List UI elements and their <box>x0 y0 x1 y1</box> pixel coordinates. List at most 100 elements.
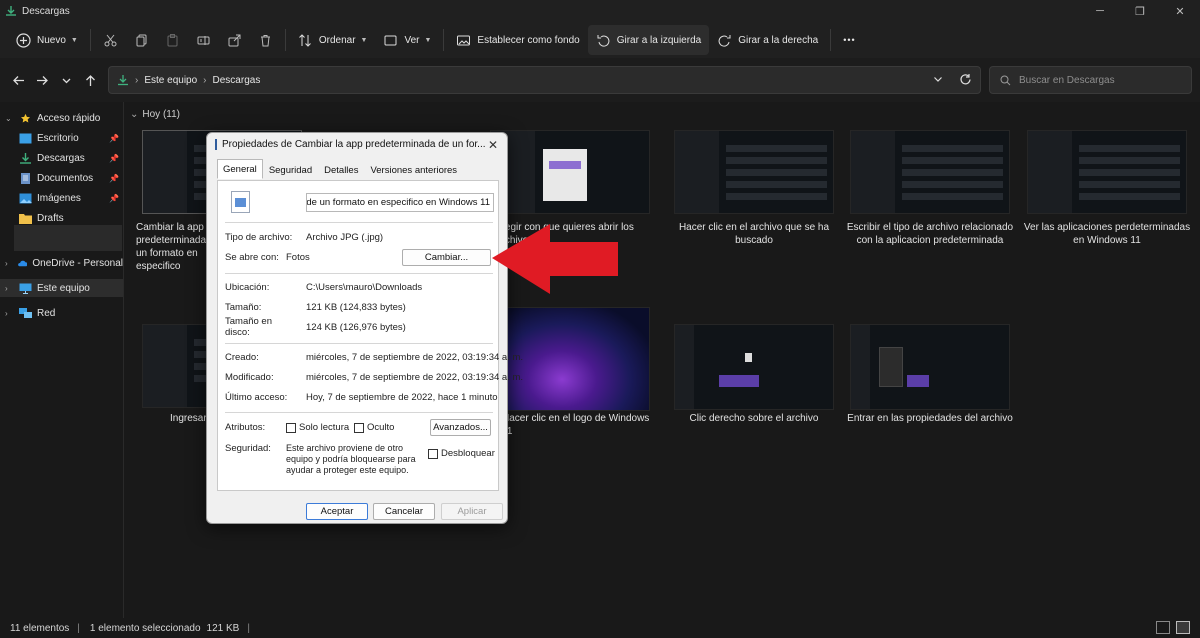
set-background-button[interactable]: Establecer como fondo <box>448 25 587 55</box>
view-label: Ver <box>404 34 420 46</box>
sort-button[interactable]: Ordenar ▼ <box>290 25 376 55</box>
unblock-checkbox[interactable]: Desbloquear <box>428 448 495 459</box>
file-thumbnail[interactable] <box>490 130 650 214</box>
close-window-button[interactable]: ✕ <box>1160 0 1200 22</box>
copy-icon <box>136 34 147 46</box>
minimize-button[interactable]: ─ <box>1080 0 1120 22</box>
view-icon <box>384 35 397 45</box>
new-button[interactable]: Nuevo ▼ <box>8 25 86 55</box>
created-label: Creado: <box>225 352 259 363</box>
sidebar-item-label: OneDrive - Personal <box>32 257 123 269</box>
hidden-checkbox[interactable]: Oculto <box>354 422 394 433</box>
pin-icon: 📌 <box>109 153 119 163</box>
set-background-label: Establecer como fondo <box>477 34 580 46</box>
file-caption: Entrar en las propiedades del archivo <box>847 413 1013 424</box>
cut-button[interactable] <box>95 25 126 55</box>
chevron-right-icon[interactable]: › <box>5 259 13 268</box>
rotate-left-button[interactable]: Girar a la izquierda <box>587 25 710 55</box>
rotate-right-icon <box>718 34 731 47</box>
properties-dialog: Propiedades de Cambiar la app predetermi… <box>206 132 523 524</box>
folder-icon <box>19 213 32 224</box>
chevron-right-icon[interactable]: › <box>5 284 15 293</box>
download-folder-icon <box>6 6 16 16</box>
tab-seguridad[interactable]: Seguridad <box>263 161 318 179</box>
sidebar-item-descargas[interactable]: Descargas 📌 <box>0 149 123 167</box>
file-thumbnail[interactable] <box>850 130 1010 214</box>
file-caption: Ver las aplicaciones perdeterminadas en … <box>1023 222 1191 246</box>
pin-icon: 📌 <box>109 173 119 183</box>
sidebar-item-este-equipo[interactable]: › Este equipo <box>0 279 123 297</box>
title-bar: Descargas ─ ❐ ✕ <box>0 0 1200 22</box>
up-button[interactable] <box>78 68 102 92</box>
item-count: 11 elementos <box>10 622 70 634</box>
sidebar-item-imagenes[interactable]: Imágenes 📌 <box>0 189 123 207</box>
address-bar[interactable]: › Este equipo › Descargas <box>108 66 981 94</box>
new-label: Nuevo <box>37 34 66 46</box>
apply-button[interactable]: Aplicar <box>441 503 503 520</box>
readonly-checkbox[interactable]: Solo lectura <box>286 422 349 433</box>
copy-button[interactable] <box>126 25 157 55</box>
navigation-bar: › Este equipo › Descargas Buscar en Desc… <box>0 58 1200 102</box>
back-button[interactable] <box>6 68 30 92</box>
share-button[interactable] <box>219 25 250 55</box>
chevron-down-icon[interactable] <box>932 73 944 85</box>
divider: | <box>247 622 250 634</box>
large-icons-view-icon[interactable] <box>1176 621 1190 634</box>
checkbox-box[interactable] <box>286 422 296 433</box>
sort-label: Ordenar <box>318 34 356 46</box>
divider <box>225 412 493 413</box>
file-thumbnail[interactable] <box>674 324 834 410</box>
documents-icon <box>21 172 30 184</box>
recent-locations-button[interactable] <box>54 68 78 92</box>
created-value: miércoles, 7 de septiembre de 2022, 03:1… <box>306 352 524 363</box>
cancel-button[interactable]: Cancelar <box>373 503 435 520</box>
arrow-left-icon <box>12 75 24 85</box>
sidebar-item-documentos[interactable]: Documentos 📌 <box>0 169 123 187</box>
view-button[interactable]: Ver ▼ <box>375 25 439 55</box>
sidebar-item-onedrive[interactable]: › OneDrive - Personal <box>0 254 123 272</box>
sidebar-item-escritorio[interactable]: Escritorio 📌 <box>0 129 123 147</box>
breadcrumb-descargas[interactable]: Descargas <box>213 75 261 86</box>
chevron-right-icon[interactable]: › <box>5 309 15 318</box>
file-thumbnail[interactable] <box>674 130 834 214</box>
filename-field[interactable]: nada de un formato en especifico en Wind… <box>306 193 494 212</box>
file-thumbnail[interactable] <box>1027 130 1187 214</box>
file-thumbnail[interactable] <box>850 324 1010 410</box>
advanced-button[interactable]: Avanzados... <box>430 419 491 436</box>
download-icon <box>118 75 128 86</box>
group-header[interactable]: ⌄ Hoy (11) <box>130 109 180 120</box>
refresh-icon[interactable] <box>959 73 972 86</box>
divider <box>225 343 493 344</box>
more-options-button[interactable]: ••• <box>835 25 863 55</box>
delete-button[interactable] <box>250 25 281 55</box>
sidebar-item-label: Este equipo <box>37 282 90 294</box>
rotate-right-button[interactable]: Girar a la derecha <box>709 25 826 55</box>
tab-detalles[interactable]: Detalles <box>318 161 364 179</box>
checkbox-box[interactable] <box>428 448 438 459</box>
chevron-down-icon: ▼ <box>360 36 368 44</box>
file-caption: Escribir el tipo de archivo relacionado … <box>846 222 1014 246</box>
rename-icon <box>197 35 210 45</box>
chevron-down-icon: ⌄ <box>130 109 139 120</box>
security-label: Seguridad: <box>225 443 271 454</box>
tab-versiones-anteriores[interactable]: Versiones anteriores <box>364 161 463 179</box>
close-icon[interactable]: ✕ <box>488 138 498 152</box>
sidebar-item-red[interactable]: › Red <box>0 304 123 322</box>
checkbox-box[interactable] <box>354 422 364 433</box>
tab-general[interactable]: General <box>217 159 263 179</box>
file-caption: Clic derecho sobre el archivo <box>689 413 819 424</box>
sidebar-item-acceso-rapido[interactable]: ⌄ Acceso rápido <box>0 109 123 127</box>
type-label: Tipo de archivo: <box>225 232 293 243</box>
forward-button[interactable] <box>30 68 54 92</box>
change-button[interactable]: Cambiar... <box>402 249 491 266</box>
paste-button[interactable] <box>157 25 188 55</box>
chevron-down-icon[interactable]: ⌄ <box>5 114 15 123</box>
breadcrumb-este-equipo[interactable]: Este equipo <box>144 75 197 86</box>
chevron-down-icon: ▼ <box>424 36 432 44</box>
chevron-down-icon: ▼ <box>70 36 78 44</box>
details-view-icon[interactable] <box>1156 621 1170 634</box>
rename-button[interactable] <box>188 25 219 55</box>
search-box[interactable]: Buscar en Descargas <box>989 66 1192 94</box>
maximize-button[interactable]: ❐ <box>1120 0 1160 22</box>
ok-button[interactable]: Aceptar <box>306 503 368 520</box>
